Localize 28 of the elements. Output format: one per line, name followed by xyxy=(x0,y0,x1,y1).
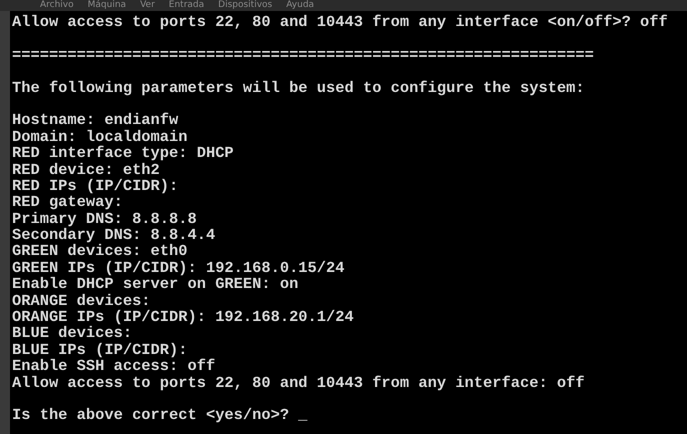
console-line: RED interface type: DHCP xyxy=(12,145,235,162)
text-cursor: _ xyxy=(298,407,308,424)
console-line: Enable DHCP server on GREEN: on xyxy=(12,276,300,293)
console-line: RED device: eth2 xyxy=(12,162,160,178)
menu-item[interactable]: Ayuda xyxy=(286,0,314,11)
console-line: Allow access to ports 22, 80 and 10443 from any interface: off xyxy=(12,374,586,391)
console-line: RED IPs (IP/CIDR): xyxy=(12,178,180,194)
console-line: The following parameters will be used to configure the system: xyxy=(12,78,586,96)
console-line: Hostname: endianfw xyxy=(12,110,180,129)
console-line: RED gateway: xyxy=(12,194,123,211)
console-line: ORANGE devices: xyxy=(12,292,151,310)
console-line: ORANGE IPs (IP/CIDR): 192.168.20.1/24 xyxy=(12,309,355,326)
menu-item[interactable]: Dispositivos xyxy=(218,0,272,11)
console-line: Primary DNS: 8.8.8.8 xyxy=(12,210,198,228)
menu-item[interactable]: Ver xyxy=(140,0,155,11)
console-line: BLUE IPs (IP/CIDR): xyxy=(12,342,188,358)
console-line: Secondary DNS: 8.8.4.4 xyxy=(12,227,216,244)
separator-line: =============================================================== xyxy=(12,44,595,64)
console-line: GREEN devices: eth0 xyxy=(12,243,188,260)
menu-item[interactable]: Entrada xyxy=(168,0,204,11)
console-line: Allow access to ports 22, 80 and 10443 from any interface <on/off>? off xyxy=(12,14,669,30)
prompt-text: Is the above correct <yes/no>? xyxy=(12,407,290,424)
console-line: Domain: localdomain xyxy=(12,128,188,146)
menu-item[interactable]: Máquina xyxy=(88,0,126,11)
console-line: Enable SSH access: off xyxy=(12,358,216,375)
menu-item[interactable]: Archivo xyxy=(40,0,74,11)
console-line: GREEN IPs (IP/CIDR): 192.168.0.15/24 xyxy=(12,260,346,276)
console-line: BLUE devices: xyxy=(12,325,132,342)
